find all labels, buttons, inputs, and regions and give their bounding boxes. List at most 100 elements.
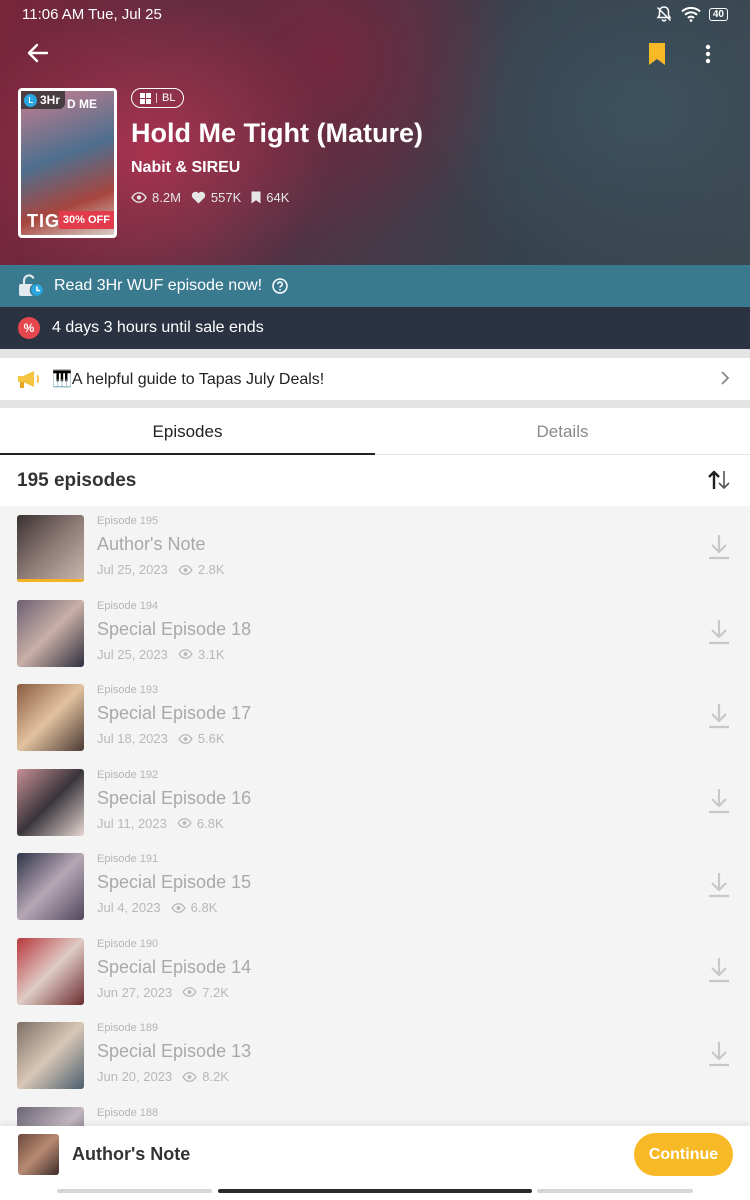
- genre-label: BL: [162, 92, 176, 104]
- download-button[interactable]: [708, 956, 732, 986]
- episode-number: Episode 189: [97, 1022, 159, 1034]
- more-vertical-icon: [705, 44, 711, 64]
- battery-indicator: 40: [708, 7, 728, 21]
- episode-views: 2.8K: [178, 562, 225, 577]
- download-button[interactable]: [708, 702, 732, 732]
- episode-views: 7.2K: [182, 985, 229, 1000]
- episode-date: Jul 18, 2023: [97, 731, 168, 746]
- episode-view-count: 6.8K: [196, 815, 224, 831]
- episode-count: 195 episodes: [17, 470, 137, 491]
- episode-views: 3.1K: [178, 647, 225, 662]
- unlock-clock-icon: [19, 274, 44, 298]
- more-options-button[interactable]: [695, 40, 721, 68]
- episode-number: Episode 192: [97, 768, 159, 781]
- chevron-right-icon: [721, 371, 730, 385]
- discount-badge: 30% OFF: [58, 211, 114, 229]
- episode-title: Special Episode 18: [97, 618, 252, 639]
- views-stat: 8.2M: [131, 190, 181, 205]
- wait-until-free-banner[interactable]: Read 3Hr WUF episode now!: [0, 265, 750, 307]
- help-circle-icon[interactable]: [272, 278, 288, 294]
- divider: [156, 93, 157, 103]
- sale-percent-icon: %: [18, 317, 40, 339]
- nav-gesture-bar-home[interactable]: [218, 1189, 532, 1193]
- continue-button[interactable]: Continue: [634, 1133, 733, 1176]
- episode-row[interactable]: Episode 191 Special Episode 15 Jul 4, 2023…: [0, 844, 750, 929]
- episode-meta: Jul 25, 2023 2.8K: [97, 562, 225, 577]
- deals-guide-text: 🎹A helpful guide to Tapas July Deals!: [52, 371, 325, 388]
- eye-icon: [131, 192, 147, 203]
- wifi-icon: [681, 6, 701, 22]
- episode-thumbnail: [17, 768, 84, 836]
- episode-date: Jul 4, 2023: [97, 900, 161, 915]
- episode-thumbnail: [17, 1106, 84, 1126]
- download-button[interactable]: [708, 1040, 732, 1070]
- series-cover[interactable]: D ME TIG 3Hr 30% OFF: [18, 88, 117, 238]
- episode-row[interactable]: Episode 195 Author's Note Jul 25, 2023 2.8K: [0, 506, 750, 591]
- episode-title: Special Episode 13: [97, 1041, 252, 1061]
- download-icon: [709, 535, 729, 560]
- episode-row[interactable]: Episode 188: [0, 1098, 750, 1126]
- bookmark-small-icon: [251, 191, 261, 204]
- bookmark-icon: [649, 43, 665, 65]
- episode-row[interactable]: Episode 193 Special Episode 17 Jul 18, 202…: [0, 675, 750, 760]
- series-title: Hold Me Tight (Mature): [131, 118, 423, 148]
- cover-title-text: D ME: [67, 97, 97, 111]
- download-icon: [709, 788, 729, 813]
- views-count: 8.2M: [152, 190, 181, 205]
- eye-icon: [182, 987, 197, 997]
- deals-guide-link[interactable]: 🎹A helpful guide to Tapas July Deals!: [0, 358, 750, 400]
- wuf-badge-label: 3Hr: [40, 93, 61, 107]
- episode-date: Jun 20, 2023: [97, 1069, 173, 1084]
- episode-date: Jul 25, 2023: [97, 562, 168, 577]
- sale-countdown-text: 4 days 3 hours until sale ends: [52, 319, 264, 336]
- subscribe-bookmark-button[interactable]: [644, 40, 670, 68]
- eye-icon: [178, 564, 193, 575]
- episode-views: 6.8K: [171, 900, 218, 915]
- episode-number: Episode 190: [97, 937, 159, 950]
- episode-meta: Jun 20, 2023 8.2K: [97, 1069, 229, 1084]
- section-divider: [0, 349, 750, 358]
- cover-title-text-bottom: TIG: [27, 211, 60, 231]
- status-bar: 11:06 AM Tue, Jul 25 40: [0, 0, 750, 30]
- download-button[interactable]: [708, 618, 732, 648]
- episode-view-count: 6.8K: [190, 900, 218, 915]
- series-stats: 8.2M 557K 64K: [131, 190, 289, 205]
- mute-notifications-icon: [656, 6, 672, 22]
- episode-row[interactable]: Episode 192 Special Episode 16 Jul 11, 202…: [0, 760, 750, 845]
- megaphone-icon: [18, 371, 40, 388]
- read-progress-bar: [17, 579, 84, 582]
- episode-date: Jun 27, 2023: [97, 984, 173, 1000]
- episode-title: Special Episode 14: [97, 956, 252, 977]
- download-icon: [709, 1042, 729, 1067]
- nav-gesture-bar-right: [537, 1189, 693, 1193]
- episode-views: 8.2K: [182, 1069, 229, 1084]
- episode-row[interactable]: Episode 194 Special Episode 18 Jul 25, 202…: [0, 591, 750, 676]
- section-divider: [0, 400, 750, 408]
- episode-number: Episode 193: [97, 684, 159, 696]
- download-button[interactable]: [708, 533, 732, 563]
- back-button[interactable]: [20, 38, 56, 68]
- eye-icon: [182, 1071, 197, 1082]
- genre-tag[interactable]: BL: [131, 88, 185, 108]
- episode-row[interactable]: Episode 190 Special Episode 14 Jun 27, 202…: [0, 929, 750, 1014]
- episode-meta: Jul 11, 2023 6.8K: [97, 816, 224, 831]
- tab-episodes[interactable]: Episodes: [0, 408, 375, 456]
- episode-thumbnail: [17, 1022, 84, 1089]
- download-icon: [709, 619, 729, 644]
- episode-thumbnail: [17, 515, 84, 582]
- current-episode-title: Author's Note: [72, 1144, 191, 1164]
- download-button[interactable]: [708, 787, 732, 817]
- download-button[interactable]: [708, 871, 732, 901]
- episode-thumbnail: [17, 853, 84, 920]
- sale-countdown-banner: % 4 days 3 hours until sale ends: [0, 307, 750, 349]
- episode-title: Special Episode 15: [97, 872, 252, 892]
- episode-title: Special Episode 16: [97, 787, 252, 808]
- continue-reading-bar: Author's Note Continue: [0, 1126, 750, 1200]
- episodes-header: 195 episodes: [0, 455, 750, 506]
- tab-details[interactable]: Details: [375, 408, 750, 455]
- sort-order-button[interactable]: [706, 469, 734, 493]
- series-authors[interactable]: Nabit & SIREU: [131, 159, 240, 177]
- episode-list[interactable]: Episode 195 Author's Note Jul 25, 2023 2.8K…: [0, 506, 750, 1126]
- likes-stat: 557K: [191, 190, 241, 205]
- episode-row[interactable]: Episode 189 Special Episode 13 Jun 20, 202…: [0, 1013, 750, 1098]
